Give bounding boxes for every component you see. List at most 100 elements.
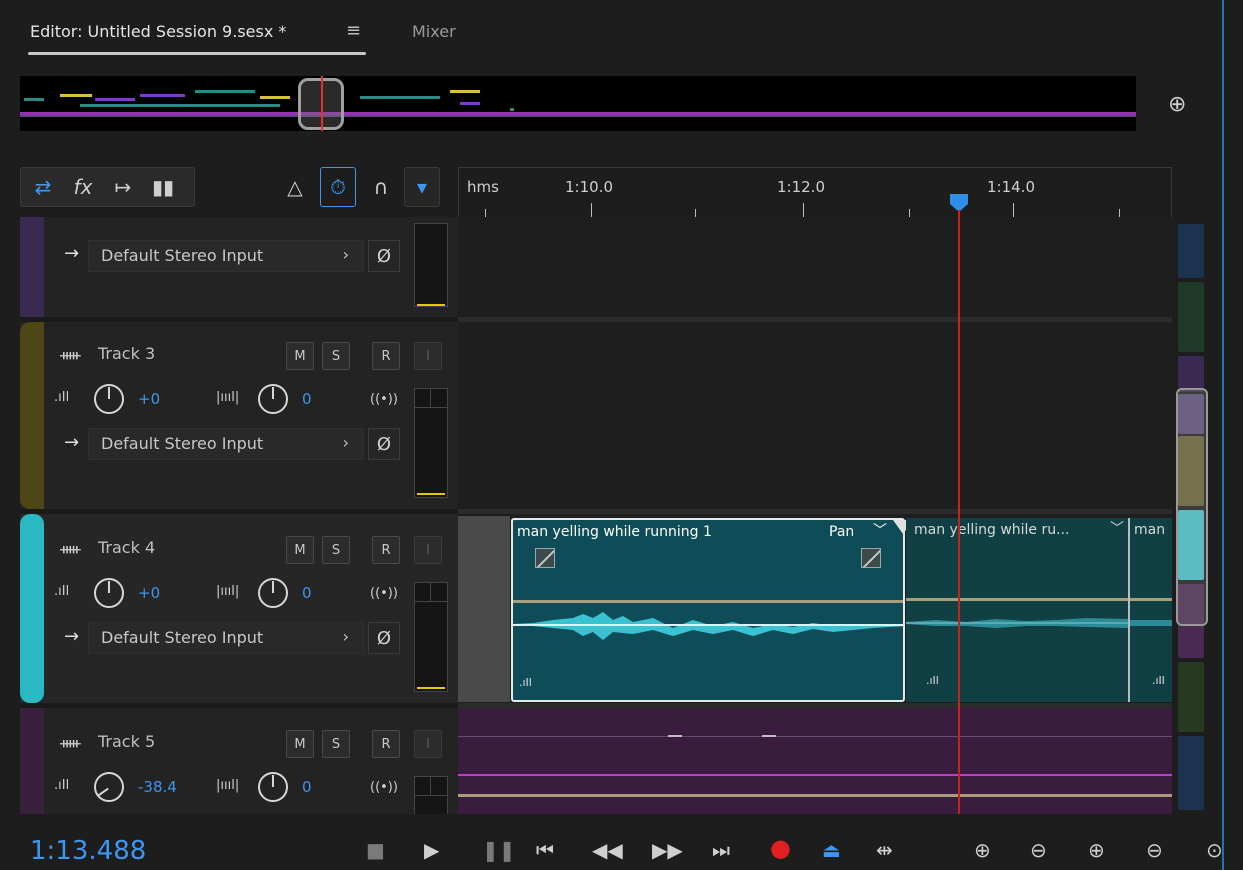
phase-invert-button[interactable]: Ø	[368, 622, 400, 654]
volume-envelope[interactable]	[1130, 598, 1172, 601]
track-lane[interactable]	[458, 708, 1172, 814]
track-lane[interactable]: man yelling while running 1 Pan ﹀ .ıIl m…	[458, 514, 1172, 708]
track-header: → Default Stereo Input › Ø	[20, 217, 458, 322]
eq-icon[interactable]: ▮▮	[146, 167, 180, 207]
scroller-thumb[interactable]	[1176, 388, 1208, 626]
track-input-select[interactable]: Default Stereo Input ›	[88, 428, 364, 460]
clip-gain-icon[interactable]: .ıIl	[519, 676, 532, 689]
fade-in-handle[interactable]	[535, 548, 555, 568]
mute-button[interactable]: M	[286, 536, 314, 564]
time-selection-icon[interactable]: ⏱	[320, 167, 356, 207]
panel-menu-icon[interactable]: ≡	[346, 20, 361, 41]
current-time-display[interactable]: 1:13.488	[30, 836, 146, 866]
pause-button[interactable]: ❚❚	[482, 838, 516, 862]
clip-waveform	[1130, 620, 1172, 626]
clip-gain-icon[interactable]: .ıIl	[926, 674, 939, 687]
tab-editor[interactable]: Editor: Untitled Session 9.sesx *	[30, 22, 286, 41]
phase-invert-button[interactable]: Ø	[368, 240, 400, 272]
clip-gain-icon[interactable]: .ıIl	[1152, 674, 1165, 687]
meter-peak	[417, 687, 445, 689]
record-arm-button[interactable]: R	[372, 536, 400, 564]
clip-envelope-label[interactable]: Pan	[829, 524, 854, 540]
audio-clip[interactable]: man yelling while ru... ﹀ .ıIl	[906, 518, 1128, 702]
fade-out-handle[interactable]	[861, 548, 881, 568]
volume-knob[interactable]	[94, 578, 124, 608]
snap-magnet-icon[interactable]: ∩	[366, 167, 396, 207]
volume-value[interactable]: +0	[138, 584, 160, 602]
track-input-select[interactable]: Default Stereo Input ›	[88, 240, 364, 272]
monitor-input-button[interactable]: I	[414, 730, 442, 758]
volume-envelope[interactable]	[458, 794, 1172, 797]
track-lane[interactable]	[458, 217, 1172, 322]
pan-value[interactable]: 0	[302, 584, 312, 602]
solo-button[interactable]: S	[322, 536, 350, 564]
clip-menu-chevron-icon[interactable]: ﹀	[1110, 518, 1124, 538]
sends-icon[interactable]: ↦	[106, 167, 140, 207]
rewind-button[interactable]: ◀◀	[592, 838, 623, 862]
pan-value[interactable]: 0	[302, 390, 312, 408]
envelope-keyframe[interactable]	[668, 735, 682, 737]
zoom-in-amplitude-icon[interactable]: ⊕	[974, 838, 991, 862]
zoom-out-time-icon[interactable]: ⊖	[1146, 838, 1163, 862]
record-button[interactable]: ●	[770, 834, 791, 862]
waveform-track-icon: ᚔ	[60, 540, 81, 558]
monitor-input-button[interactable]: I	[414, 536, 442, 564]
metronome-icon[interactable]: △	[278, 167, 312, 207]
clip-title: man yelling while ru...	[914, 522, 1070, 538]
zoom-full-icon[interactable]: ⊙	[1206, 838, 1223, 862]
stereo-radio-icon[interactable]: ((•))	[370, 392, 398, 407]
volume-knob[interactable]	[94, 772, 124, 802]
stereo-radio-icon[interactable]: ((•))	[370, 586, 398, 601]
volume-value[interactable]: +0	[138, 390, 160, 408]
volume-value[interactable]: -38.4	[138, 778, 177, 796]
monitor-input-button[interactable]: I	[414, 342, 442, 370]
track-name[interactable]: Track 3	[98, 344, 155, 363]
pan-value[interactable]: 0	[302, 778, 312, 796]
meter-peak	[417, 304, 445, 306]
pan-knob[interactable]	[258, 578, 288, 608]
track-color-strip	[20, 708, 44, 814]
track-input-select[interactable]: Default Stereo Input ›	[88, 622, 364, 654]
play-button[interactable]: ▶	[424, 838, 439, 862]
pan-icon: |ıııl|	[216, 584, 240, 599]
zoom-out-amplitude-icon[interactable]: ⊖	[1030, 838, 1047, 862]
timeline-ruler[interactable]: hms 1:10.0 1:12.0 1:14.0	[458, 167, 1172, 217]
pan-envelope[interactable]	[458, 774, 1172, 776]
audio-clip[interactable]: man .ıIl	[1128, 518, 1172, 702]
stop-button[interactable]: ■	[366, 838, 385, 862]
mute-button[interactable]: M	[286, 730, 314, 758]
skip-selection-button[interactable]: ⇹	[876, 838, 893, 862]
pan-knob[interactable]	[258, 384, 288, 414]
solo-button[interactable]: S	[322, 342, 350, 370]
mute-button[interactable]: M	[286, 342, 314, 370]
inputs-outputs-icon[interactable]: ⇄	[26, 167, 60, 207]
audio-clip-selected[interactable]: man yelling while running 1 Pan ﹀ .ıIl	[511, 518, 905, 702]
overview-clip	[60, 94, 92, 97]
track-lane[interactable]	[458, 322, 1172, 514]
session-overview[interactable]	[20, 76, 1136, 131]
zoom-in-time-icon[interactable]: ⊕	[1088, 838, 1105, 862]
tab-mixer[interactable]: Mixer	[412, 22, 456, 41]
volume-knob[interactable]	[94, 384, 124, 414]
volume-envelope[interactable]	[906, 598, 1128, 601]
record-arm-button[interactable]: R	[372, 342, 400, 370]
loop-playback-button[interactable]: ⏏	[822, 838, 841, 862]
skip-to-end-button[interactable]: ⏭	[712, 838, 730, 862]
phase-invert-button[interactable]: Ø	[368, 428, 400, 460]
envelope-keyframe[interactable]	[762, 735, 776, 737]
record-arm-button[interactable]: R	[372, 730, 400, 758]
pan-knob[interactable]	[258, 772, 288, 802]
track-name[interactable]: Track 4	[98, 538, 155, 557]
marker-pin-icon[interactable]: ▾	[404, 167, 440, 207]
fast-forward-button[interactable]: ▶▶	[652, 838, 683, 862]
track-name[interactable]: Track 5	[98, 732, 155, 751]
track-scroller[interactable]	[1176, 224, 1208, 810]
stereo-radio-icon[interactable]: ((•))	[370, 780, 398, 795]
skip-to-start-button[interactable]: ⏮	[536, 838, 554, 862]
overview-clip	[460, 102, 480, 105]
zoom-navigator-icon[interactable]: ⊕	[1168, 92, 1186, 117]
volume-envelope[interactable]	[513, 600, 903, 603]
effects-icon[interactable]: fx	[66, 167, 100, 207]
clip-menu-chevron-icon[interactable]: ﹀	[873, 520, 887, 540]
solo-button[interactable]: S	[322, 730, 350, 758]
